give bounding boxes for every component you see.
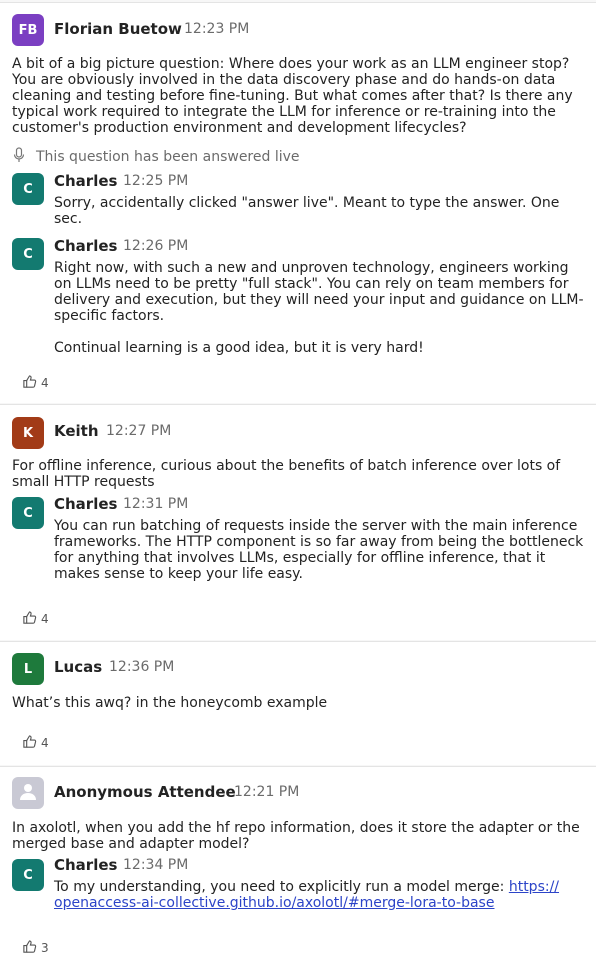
reply-author-name: Charles (54, 495, 118, 513)
like-button[interactable]: 4 (22, 374, 49, 392)
avatar: C (12, 859, 44, 891)
microphone-icon (12, 147, 26, 167)
answered-live-text: This question has been answered live (36, 149, 300, 165)
like-count: 3 (41, 941, 49, 955)
timestamp: 12:23 PM (184, 21, 250, 37)
answered-live-status: This question has been answered live (12, 147, 300, 167)
reply-text-content: To my understanding, you need to explici… (54, 879, 509, 895)
timestamp: 12:21 PM (234, 784, 300, 800)
avatar: L (12, 653, 44, 685)
timestamp: 12:36 PM (109, 659, 175, 675)
question-text: In axolotl, when you add the hf repo inf… (12, 820, 580, 852)
reply-text-paragraph: Continual learning is a good idea, but i… (54, 340, 424, 356)
question-text: What’s this awq? in the honeycomb exampl… (12, 695, 328, 711)
reply-timestamp: 12:25 PM (123, 173, 189, 189)
question-text: A bit of a big picture question: Where d… (12, 56, 573, 136)
question-card: K Keith 12:27 PM For offline inference, … (0, 404, 596, 640)
author-name: Keith (54, 422, 99, 440)
reply-text: Sorry, accidentally clicked "answer live… (54, 195, 560, 227)
thumbs-up-icon (22, 939, 37, 957)
like-count: 4 (41, 376, 49, 390)
like-button[interactable]: 4 (22, 610, 49, 628)
user-silhouette-icon (18, 781, 38, 805)
avatar: C (12, 238, 44, 270)
avatar: C (12, 497, 44, 529)
author-name: Florian Buetow (54, 20, 182, 38)
thumbs-up-icon (22, 734, 37, 752)
avatar: C (12, 173, 44, 205)
reply-text: Right now, with such a new and unproven … (54, 260, 584, 324)
reply-author-name: Charles (54, 856, 118, 874)
question-card: Anonymous Attendee 12:21 PM In axolotl, … (0, 766, 596, 969)
reply-timestamp: 12:31 PM (123, 496, 189, 512)
question-card: FB Florian Buetow 12:23 PM A bit of a bi… (0, 2, 596, 403)
qa-feed: FB Florian Buetow 12:23 PM A bit of a bi… (0, 0, 596, 969)
reply-text: You can run batching of requests inside … (54, 518, 584, 582)
reply-timestamp: 12:26 PM (123, 238, 189, 254)
reply-author-name: Charles (54, 237, 118, 255)
thumbs-up-icon (22, 374, 37, 392)
thumbs-up-icon (22, 610, 37, 628)
like-count: 4 (41, 736, 49, 750)
avatar: K (12, 417, 44, 449)
timestamp: 12:27 PM (106, 423, 172, 439)
avatar: FB (12, 14, 44, 46)
question-card: L Lucas 12:36 PM What’s this awq? in the… (0, 641, 596, 765)
like-count: 4 (41, 612, 49, 626)
reply-author-name: Charles (54, 172, 118, 190)
reply-text: To my understanding, you need to explici… (54, 879, 584, 911)
avatar (12, 777, 44, 809)
like-button[interactable]: 3 (22, 939, 49, 957)
like-button[interactable]: 4 (22, 734, 49, 752)
question-text: For offline inference, curious about the… (12, 458, 561, 490)
author-name: Anonymous Attendee (54, 783, 236, 801)
reply-timestamp: 12:34 PM (123, 857, 189, 873)
author-name: Lucas (54, 658, 103, 676)
